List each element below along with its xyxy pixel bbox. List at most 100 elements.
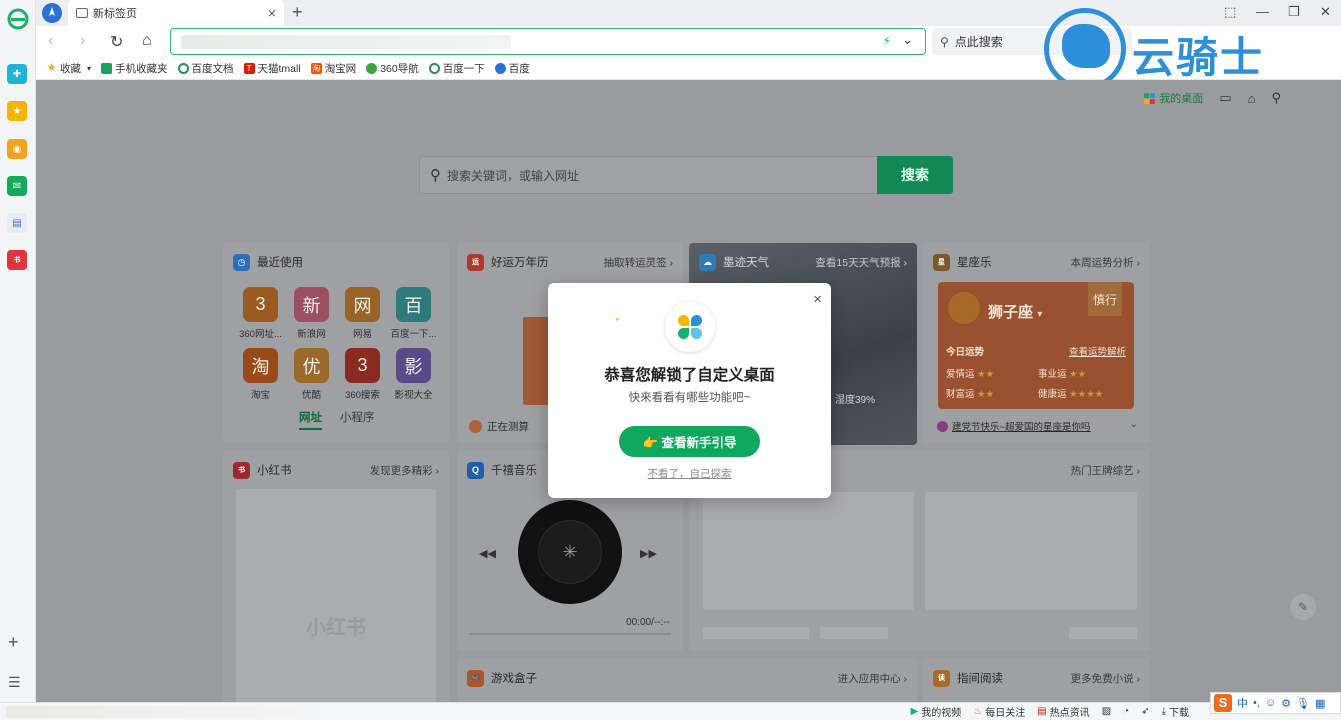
search-icon[interactable]: ⚲ xyxy=(1271,90,1281,106)
bookmark-item[interactable]: 百度 xyxy=(494,61,530,76)
site-tile[interactable]: 新新浪网 xyxy=(286,287,337,340)
stars-rating: ★★★★ xyxy=(1069,389,1104,400)
tab-mini-programs[interactable]: 小程序 xyxy=(340,409,375,430)
progress-bar[interactable] xyxy=(469,633,671,635)
sidebar-xiaohongshu-icon[interactable]: 书 xyxy=(7,250,27,270)
punctuation-icon[interactable]: •, xyxy=(1253,697,1260,709)
ime-mode[interactable]: 中 xyxy=(1237,695,1248,711)
bookmark-item[interactable]: 淘淘宝网 xyxy=(310,61,356,76)
custom-desktop-dialog: × ✦ 恭喜您解锁了自定义桌面 快来看看有哪些功能吧~ 👉 查看新手引导 不看了… xyxy=(548,283,831,498)
sidebar-favorites-icon[interactable]: ★ xyxy=(7,101,27,121)
weekly-horoscope-link[interactable]: 本周运势分析 › xyxy=(1071,255,1140,270)
site-tile[interactable]: 淘淘宝 xyxy=(235,348,286,401)
weather-icon: ☁ xyxy=(699,253,716,271)
fortune-detail-link[interactable]: 查看运势解析 xyxy=(1069,344,1126,358)
baidu-paw-icon xyxy=(494,63,506,74)
free-novels-link[interactable]: 更多免费小说 › xyxy=(1071,671,1140,686)
bookmark-item[interactable]: T 天猫tmall xyxy=(243,61,301,76)
grid-icon[interactable]: ▦ xyxy=(1315,697,1325,710)
sidebar-translate-icon[interactable]: ✚ xyxy=(7,64,27,84)
previous-track-button[interactable]: ◀◀ xyxy=(479,547,496,560)
calendar-link[interactable]: 抽取转运灵签 › xyxy=(604,255,673,270)
home-icon[interactable]: ⌂ xyxy=(1248,91,1256,106)
app-compass-icon[interactable] xyxy=(42,3,62,23)
address-bar[interactable]: ⚡ ⌄ xyxy=(170,28,926,55)
site-tile[interactable]: 3 360网址... xyxy=(235,287,286,340)
site-tile[interactable]: 优优酷 xyxy=(286,348,337,401)
bookmark-item[interactable]: 手机收藏夹 xyxy=(101,61,168,76)
back-button[interactable]: ‹ xyxy=(48,32,53,50)
view-guide-button[interactable]: 👉 查看新手引导 xyxy=(619,426,760,457)
hot-news-button[interactable]: ▤ 热点资讯 xyxy=(1037,704,1089,719)
reload-button[interactable]: ↻ xyxy=(110,32,123,52)
music-disc[interactable]: ✳ xyxy=(518,500,622,604)
sidebar-mail-icon[interactable]: ✉ xyxy=(7,176,27,196)
bookmark-item[interactable]: 百度文档 xyxy=(177,61,234,76)
next-track-button[interactable]: ▶▶ xyxy=(640,547,657,560)
search-placeholder: 点此搜索 xyxy=(954,35,1003,49)
sidebar-menu-icon[interactable]: ☰ xyxy=(8,674,21,691)
expand-icon[interactable]: ⌄ xyxy=(1130,419,1138,430)
site-tile-icon: 影 xyxy=(396,348,431,383)
sidebar-add-icon[interactable]: + xyxy=(8,632,19,653)
settings-icon[interactable]: ⚙ xyxy=(1281,697,1291,710)
my-desktop-button[interactable]: 我的桌面 xyxy=(1144,90,1203,106)
forward-button[interactable]: › xyxy=(80,32,85,50)
tab-new-tab-page[interactable]: 新标签页 × xyxy=(68,0,284,26)
rocket-icon[interactable]: ➶ xyxy=(1141,706,1149,717)
close-icon[interactable]: × xyxy=(813,291,822,308)
knight-icon xyxy=(1062,24,1110,68)
site-tile-icon: 百 xyxy=(396,287,431,322)
search-icon: ⚲ xyxy=(430,167,441,184)
site-tile[interactable]: 百百度一下... xyxy=(388,287,439,340)
sidebar-weibo-icon[interactable]: ◉ xyxy=(7,139,27,159)
status-label: 下载 xyxy=(1169,708,1189,719)
site-tile[interactable]: 3 360搜索 xyxy=(337,348,388,401)
card-title: 墨迹天气 xyxy=(723,257,769,269)
history-icon[interactable]: ◔ xyxy=(1123,706,1129,717)
sidebar-doc-icon[interactable]: ▤ xyxy=(7,213,27,233)
bookmark-item[interactable]: 360导航 xyxy=(366,61,419,76)
main-search-input[interactable]: ⚲ 搜索关键词，或输入网址 xyxy=(419,156,877,194)
note-icon[interactable]: ✎ xyxy=(1290,594,1316,620)
today-fortune-label: 今日运势 xyxy=(946,347,985,358)
home-button[interactable]: ⌂ xyxy=(142,32,152,50)
lion-avatar xyxy=(948,292,980,324)
sign-name[interactable]: 狮子座 ▾ xyxy=(988,301,1042,322)
daily-focus-button[interactable]: ♨ 每日关注 xyxy=(973,704,1025,719)
tab-sites[interactable]: 网址 xyxy=(299,409,322,430)
track-time: 00:00/--:-- xyxy=(626,617,670,628)
mic-icon[interactable]: 🎙 xyxy=(1296,697,1310,710)
xiaohongshu-link[interactable]: 发现更多精彩 › xyxy=(370,463,439,478)
layout-icon[interactable]: ▭ xyxy=(1219,90,1231,106)
my-videos-button[interactable]: ▶ 我的视频 xyxy=(911,704,962,719)
site-name: 百度一下... xyxy=(390,329,437,340)
horoscope-news[interactable]: 建党节快乐~超爱国的星座是你吗 xyxy=(937,419,1091,433)
emoji-icon[interactable]: ☺ xyxy=(1265,697,1276,709)
download-button[interactable]: ⤓ 下载 xyxy=(1162,704,1189,719)
variety-thumb[interactable] xyxy=(703,492,914,610)
variety-thumb[interactable] xyxy=(925,492,1137,610)
site-name: 影视大全 xyxy=(394,390,433,401)
speed-mode-icon[interactable]: ⚡ xyxy=(883,34,891,48)
skip-guide-link[interactable]: 不看了，自己探索 xyxy=(548,466,831,481)
main-search-button[interactable]: 搜索 xyxy=(877,156,953,194)
bookmark-item[interactable]: 百度一下 xyxy=(428,61,485,76)
sogou-logo-icon[interactable]: S xyxy=(1214,694,1232,712)
app-center-link[interactable]: 进入应用中心 › xyxy=(838,671,907,686)
weather-forecast-link[interactable]: 查看15天天气预报 › xyxy=(815,255,907,270)
tab-close-icon[interactable]: × xyxy=(268,5,276,21)
horoscope-icon: 星 xyxy=(933,253,950,271)
site-tile[interactable]: 网网易 xyxy=(337,287,388,340)
bookmark-item[interactable]: ★ 收藏 ▾ xyxy=(46,61,91,76)
xiaohongshu-placeholder-text: 小红书 xyxy=(306,617,366,639)
site-tile[interactable]: 影影视大全 xyxy=(388,348,439,401)
bookmark-label: 百度文档 xyxy=(191,63,234,75)
image-icon[interactable]: ▨ xyxy=(1102,706,1111,717)
variety-link[interactable]: 热门王牌综艺 › xyxy=(1071,463,1140,478)
horoscope-news-text: 建党节快乐~超爱国的星座是你吗 xyxy=(952,422,1091,433)
calendar-footer[interactable]: 正在测算 xyxy=(469,419,529,434)
chevron-down-icon[interactable]: ⌄ xyxy=(902,32,913,48)
love-label: 爱情运 xyxy=(946,369,975,380)
new-tab-button[interactable]: + xyxy=(292,2,303,23)
